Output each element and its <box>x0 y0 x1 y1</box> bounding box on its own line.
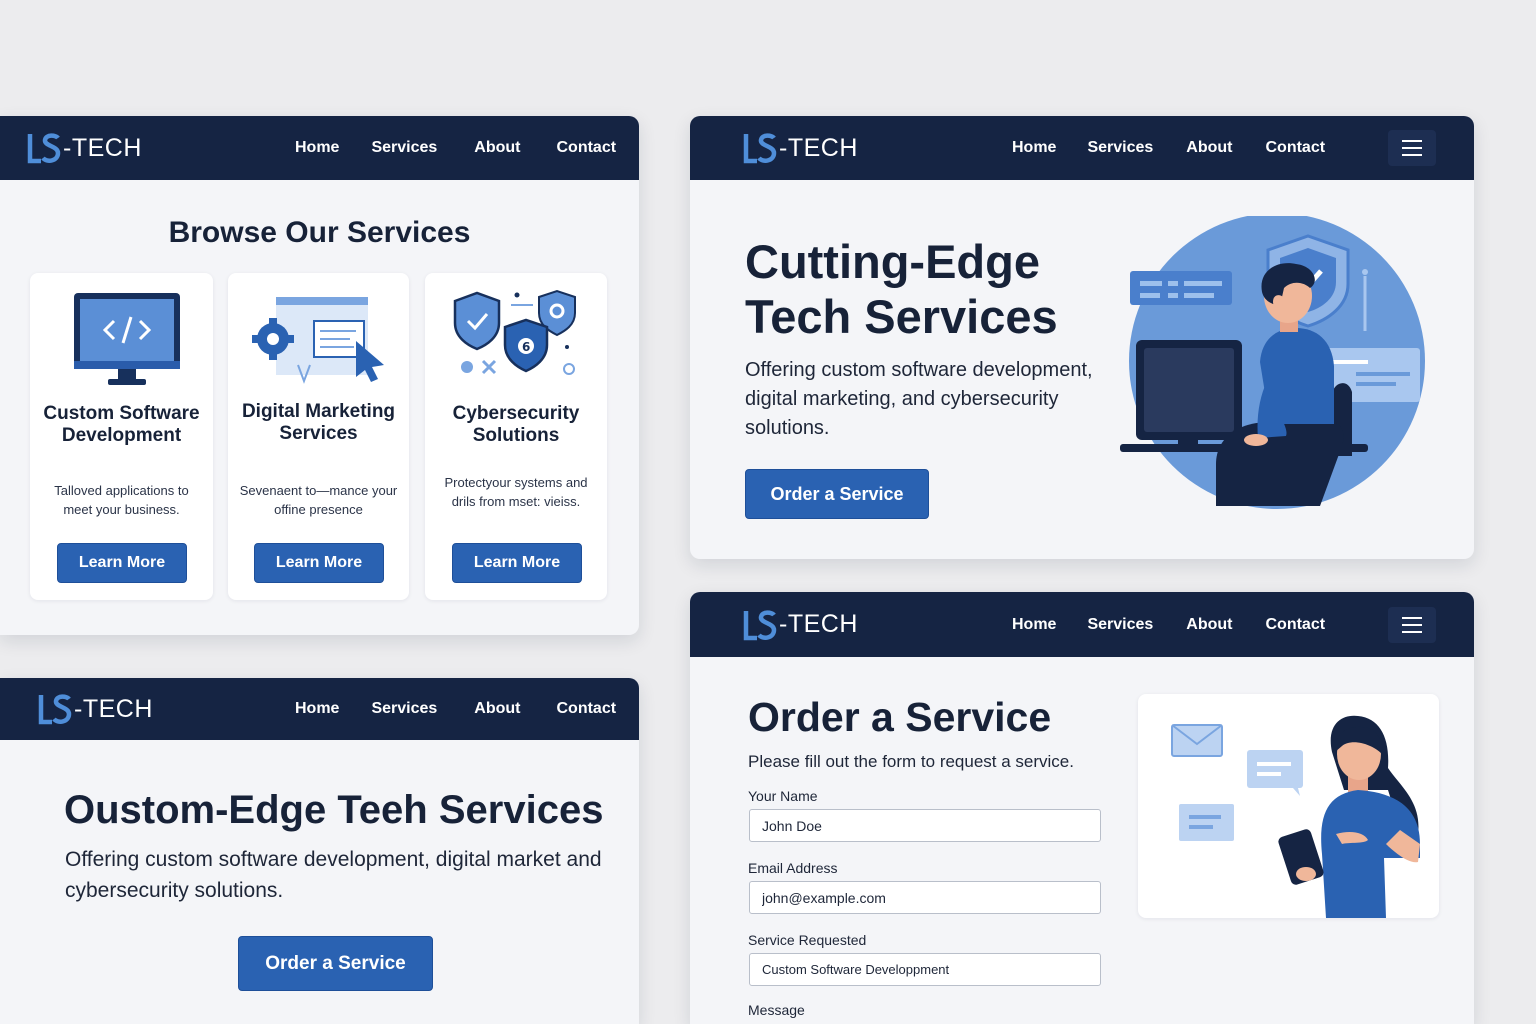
code-monitor-icon <box>74 293 180 385</box>
nav-contact[interactable]: Contact <box>557 700 617 718</box>
message-label: Message <box>748 1002 805 1018</box>
nav-home[interactable]: Home <box>1012 616 1056 634</box>
service-card: Digital Marketing Services Sevenaent to—… <box>228 273 409 600</box>
hero-subtitle: Offering custom software development, di… <box>745 359 1093 439</box>
nav-links: Home Services About Contact <box>295 700 616 718</box>
service-field[interactable] <box>749 953 1101 986</box>
hamburger-line <box>1402 616 1422 619</box>
logo[interactable]: -TECH <box>27 132 142 164</box>
nav-home[interactable]: Home <box>1012 139 1056 157</box>
card-title: Custom Software Development <box>43 403 200 446</box>
variant-hero-panel: -TECH Home Services About Contact Oustom… <box>0 678 639 1024</box>
order-service-button[interactable]: Order a Service <box>238 936 433 991</box>
learn-more-button[interactable]: Learn More <box>254 543 384 583</box>
nav-services[interactable]: Services <box>1087 139 1153 157</box>
nav-about[interactable]: About <box>474 700 520 718</box>
nav-contact[interactable]: Contact <box>557 139 617 157</box>
logo-text: -TECH <box>63 133 142 162</box>
card-description: Talloved applications to meet your busin… <box>54 483 189 517</box>
hero-title: Cutting-Edge Tech Services <box>745 235 1058 343</box>
illustration-card <box>1138 694 1439 918</box>
hamburger-line <box>1402 630 1422 633</box>
learn-more-button[interactable]: Learn More <box>452 543 582 583</box>
hero-panel: -TECH Home Services About Contact Cuttin… <box>690 116 1474 559</box>
nav-links: Home Services About Contact <box>1012 616 1325 634</box>
logo[interactable]: -TECH <box>743 609 858 641</box>
logo[interactable]: -TECH <box>743 132 858 164</box>
ls-logo-icon <box>743 133 777 164</box>
navbar: -TECH Home Services About Contact <box>0 116 639 180</box>
services-panel: -TECH Home Services About Contact Browse… <box>0 116 639 635</box>
order-service-button[interactable]: Order a Service <box>745 469 929 519</box>
email-field[interactable] <box>749 881 1101 914</box>
ls-logo-icon <box>743 609 777 640</box>
page-heading: Browse Our Services <box>168 216 471 249</box>
ls-logo-icon <box>38 694 72 725</box>
nav-links: Home Services About Contact <box>295 139 616 157</box>
hamburger-line <box>1402 140 1422 142</box>
ls-logo-icon <box>27 133 61 164</box>
logo-text: -TECH <box>779 610 858 638</box>
logo-text: -TECH <box>74 694 153 723</box>
hamburger-line <box>1402 147 1422 149</box>
card-title: Digital Marketing Services <box>241 401 396 444</box>
nav-services[interactable]: Services <box>371 139 437 157</box>
nav-about[interactable]: About <box>1186 139 1232 157</box>
form-title: Order a Service <box>748 694 1052 740</box>
name-label: Your Name <box>748 788 818 804</box>
service-card: Custom Software Development Talloved app… <box>30 273 213 600</box>
card-description: Protectyour systems and drils from mset:… <box>444 475 588 509</box>
hamburger-line <box>1402 623 1422 626</box>
nav-contact[interactable]: Contact <box>1266 616 1326 634</box>
card-title: Cybersecurity Solutions <box>452 403 580 446</box>
logo-text: -TECH <box>779 133 858 162</box>
hamburger-line <box>1402 154 1422 156</box>
hero-title: Oustom-Edge Teeh Services <box>64 788 604 832</box>
nav-about[interactable]: About <box>1186 616 1232 634</box>
name-field[interactable] <box>749 809 1101 842</box>
service-card: 6 Cybersecurity Solutions Protectyour sy… <box>425 273 607 600</box>
hamburger-menu-button[interactable] <box>1388 130 1436 166</box>
order-form-panel: -TECH Home Services About Contact Order … <box>690 592 1474 1024</box>
navbar: -TECH Home Services About Contact <box>690 592 1474 657</box>
form-subtitle: Please fill out the form to request a se… <box>748 752 1074 771</box>
security-shields-icon: 6 <box>453 289 576 375</box>
logo[interactable]: -TECH <box>38 693 153 725</box>
nav-services[interactable]: Services <box>371 700 437 718</box>
marketing-gear-cursor-icon <box>252 297 384 384</box>
navbar: -TECH Home Services About Contact <box>690 116 1474 180</box>
person-at-computer-illustration <box>1120 216 1425 509</box>
woman-with-tablet-illustration <box>1171 715 1420 918</box>
nav-services[interactable]: Services <box>1087 616 1153 634</box>
hero-subtitle: Offering custom software development, di… <box>65 848 602 902</box>
nav-links: Home Services About Contact <box>1012 139 1325 157</box>
email-label: Email Address <box>748 860 838 876</box>
card-description: Sevenaent to—mance your offine presence <box>239 483 398 517</box>
svg-text:6: 6 <box>522 340 530 354</box>
navbar: -TECH Home Services About Contact <box>0 678 639 740</box>
nav-about[interactable]: About <box>474 139 520 157</box>
learn-more-button[interactable]: Learn More <box>57 543 187 583</box>
hamburger-menu-button[interactable] <box>1388 606 1436 643</box>
service-label: Service Requested <box>748 932 867 948</box>
nav-contact[interactable]: Contact <box>1266 139 1326 157</box>
nav-home[interactable]: Home <box>295 139 339 157</box>
nav-home[interactable]: Home <box>295 700 339 718</box>
